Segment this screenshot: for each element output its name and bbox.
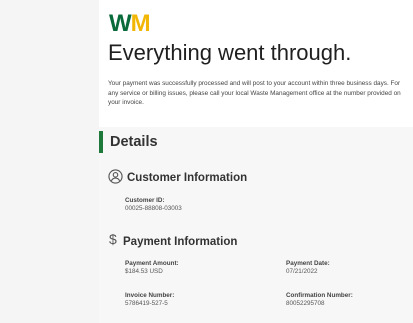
details-accent-bar — [99, 131, 103, 153]
wm-logo: WM — [109, 10, 151, 37]
page-title: Everything went through. — [108, 40, 352, 65]
invoice-number-label: Invoice Number: — [125, 292, 175, 299]
customer-information-heading: Customer Information — [127, 172, 248, 184]
payment-amount-label: Payment Amount: — [125, 260, 179, 267]
left-gutter — [0, 0, 99, 323]
confirmation-number-label: Confirmation Number: — [286, 292, 353, 299]
payment-date-label: Payment Date: — [286, 260, 330, 267]
confirmation-header: WM Everything went through. Your payment… — [99, 0, 413, 127]
invoice-number-value: 5786419-527-5 — [125, 300, 168, 307]
customer-id-label: Customer ID: — [125, 197, 165, 204]
confirmation-page: WM Everything went through. Your payment… — [99, 0, 413, 323]
details-heading: Details — [110, 134, 158, 150]
customer-id-value: 00025-88808-03003 — [125, 205, 182, 212]
payment-amount-value: $184.53 USD — [125, 268, 163, 275]
payment-date-value: 07/21/2022 — [286, 268, 318, 275]
person-circle-icon — [108, 169, 123, 184]
confirmation-number-value: 80052295708 — [286, 300, 325, 307]
logo-letter-w: W — [109, 10, 132, 37]
payment-information-heading: Payment Information — [123, 236, 238, 248]
dollar-icon: $ — [109, 231, 117, 247]
confirmation-message: Your payment was successfully processed … — [108, 80, 401, 106]
logo-letter-m: M — [130, 10, 151, 37]
